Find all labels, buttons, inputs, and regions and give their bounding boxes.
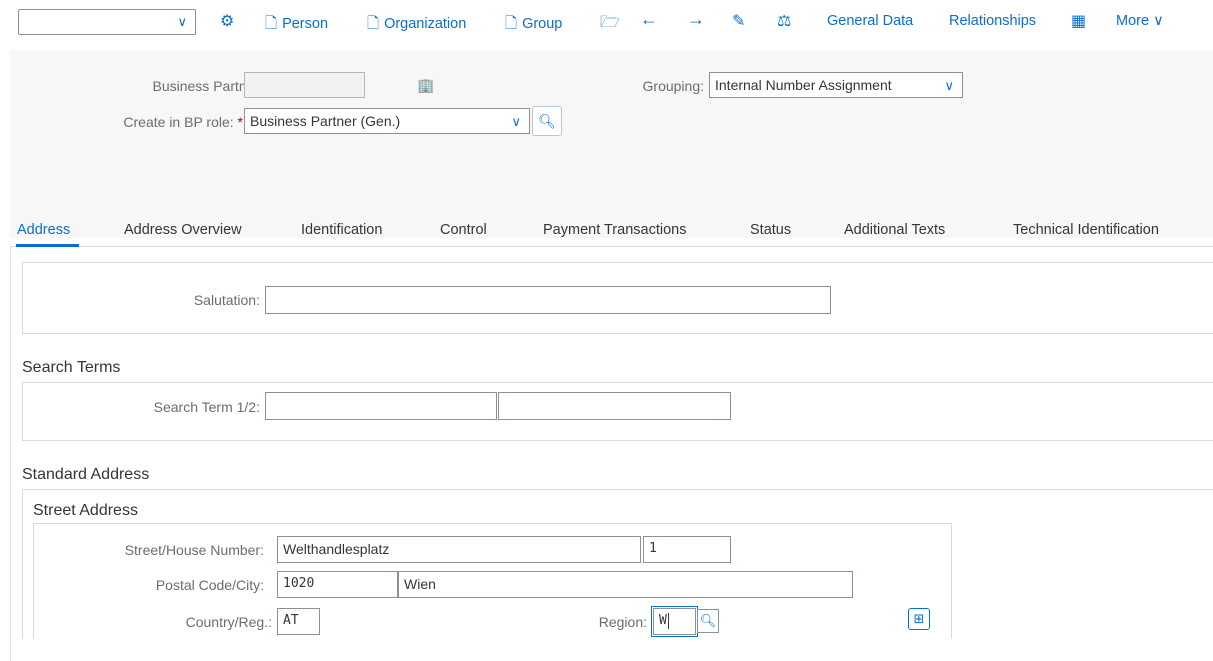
city-value: Wien xyxy=(404,576,436,592)
street-input[interactable]: Welthandlesplatz xyxy=(277,536,641,563)
country-label: Country/Reg.: xyxy=(185,614,272,630)
house-number-input[interactable]: 1 xyxy=(643,536,731,563)
arrow-right-icon[interactable]: → xyxy=(687,9,705,30)
country-value: AT xyxy=(283,613,299,628)
grouping-select[interactable]: Internal Number Assignment ∨ xyxy=(709,72,963,98)
grouping-label: Grouping: xyxy=(642,78,704,94)
tab-address-overview[interactable]: Address Overview xyxy=(124,222,242,238)
region-label: Region: xyxy=(598,614,647,630)
more-label: More xyxy=(1116,13,1150,29)
postal-code-value: 1020 xyxy=(283,576,315,591)
relationships-button[interactable]: Relationships xyxy=(949,13,1036,29)
group-label: Group xyxy=(522,16,563,32)
region-value: W xyxy=(659,613,667,628)
organization-button[interactable]: 🗋 Organization xyxy=(367,13,466,38)
postal-city-label: Postal Code/City: xyxy=(155,577,264,593)
business-partner-input[interactable] xyxy=(244,72,365,98)
search-terms-title: Search Terms xyxy=(22,359,121,376)
tab-status[interactable]: Status xyxy=(750,222,791,238)
country-input[interactable]: AT xyxy=(277,608,320,635)
compare-icon[interactable]: ⚖ xyxy=(777,11,791,31)
city-input[interactable]: Wien xyxy=(398,571,853,598)
person-label: Person xyxy=(282,16,329,32)
standard-address-title: Standard Address xyxy=(22,466,150,483)
search-icon: 🔍︎ xyxy=(699,613,717,628)
open-folder-icon[interactable]: 🗁 xyxy=(600,11,620,38)
salutation-input[interactable] xyxy=(265,286,831,314)
table-icon[interactable]: ▦ xyxy=(1071,11,1086,31)
more-button[interactable]: More ∨ xyxy=(1116,13,1164,29)
organization-icon[interactable]: 🏢 xyxy=(417,77,434,94)
street-value: Welthandlesplatz xyxy=(283,541,390,557)
settings-person-icon[interactable]: ⚙ xyxy=(220,11,234,31)
text-cursor xyxy=(667,612,669,629)
bp-role-value: Business Partner (Gen.) xyxy=(250,113,401,129)
arrow-left-icon[interactable]: ← xyxy=(640,9,658,30)
bp-role-select[interactable]: Business Partner (Gen.) ∨ xyxy=(244,108,530,134)
grouping-value: Internal Number Assignment xyxy=(715,77,892,93)
organization-label: Organization xyxy=(384,16,467,32)
bp-role-search-button[interactable]: 🔍︎ xyxy=(532,106,562,136)
tab-address[interactable]: Address xyxy=(17,222,70,238)
new-document-icon: 🗋 xyxy=(505,15,518,32)
business-partner-label: Business Partner: xyxy=(152,78,264,94)
street-house-label: Street/House Number: xyxy=(124,542,264,558)
street-address-title: Street Address xyxy=(33,502,138,519)
search-term-1-input[interactable] xyxy=(265,392,497,420)
chevron-down-icon: ∨ xyxy=(944,78,954,93)
toolbar: ∨ ⚙ 🗋 Person 🗋 Organization 🗋 Group 🗁 ← → ✎… xyxy=(0,0,1213,50)
tab-control[interactable]: Control xyxy=(440,222,487,238)
chevron-down-icon: ∨ xyxy=(1153,13,1164,29)
new-document-icon: 🗋 xyxy=(265,15,278,32)
region-input[interactable]: W xyxy=(653,608,696,635)
bp-role-label: Create in BP role: * xyxy=(70,114,243,130)
group-button[interactable]: 🗋 Group xyxy=(505,13,562,38)
search-icon: 🔍︎ xyxy=(538,113,556,129)
search-term-2-input[interactable] xyxy=(498,392,731,420)
search-term-label: Search Term 1/2: xyxy=(153,399,260,415)
tab-identification[interactable]: Identification xyxy=(301,222,382,238)
required-marker: * xyxy=(237,114,243,130)
edit-toggle-icon[interactable]: ✎ xyxy=(732,11,745,31)
tab-payment-transactions[interactable]: Payment Transactions xyxy=(543,222,686,238)
chevron-down-icon: ∨ xyxy=(511,114,521,129)
salutation-label: Salutation: xyxy=(193,292,260,308)
tab-technical-identification[interactable]: Technical Identification xyxy=(1013,222,1159,238)
postal-code-input[interactable]: 1020 xyxy=(277,571,398,598)
bp-role-label-text: Create in BP role: xyxy=(123,114,234,130)
person-button[interactable]: 🗋 Person xyxy=(265,13,328,38)
house-number-value: 1 xyxy=(649,541,657,556)
more-address-fields-button[interactable]: ⊞ xyxy=(908,608,930,630)
tab-additional-texts[interactable]: Additional Texts xyxy=(844,222,945,238)
general-data-button[interactable]: General Data xyxy=(827,13,913,29)
new-document-icon: 🗋 xyxy=(367,15,380,32)
chevron-down-icon: ∨ xyxy=(177,14,187,29)
region-value-help-button[interactable]: 🔍︎ xyxy=(697,609,719,633)
expand-icon: ⊞ xyxy=(913,611,925,626)
command-select[interactable]: ∨ xyxy=(18,9,196,35)
